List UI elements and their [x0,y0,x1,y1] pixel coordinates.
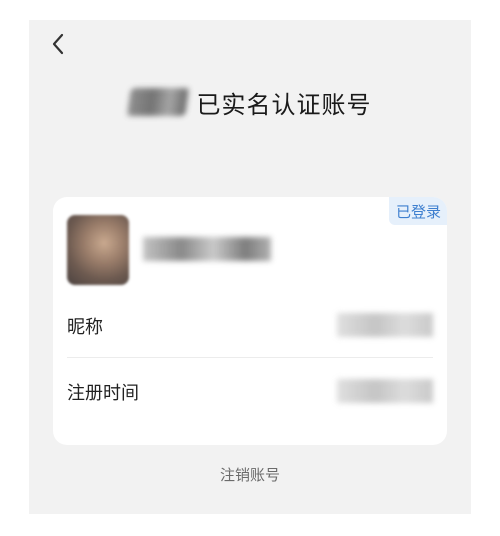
cancel-account-button[interactable]: 注销账号 [29,464,471,485]
account-page: 已实名认证账号 已登录 昵称 注册时间 注销账号 [29,20,471,514]
page-title: 已实名认证账号 [196,90,372,119]
redacted-registration-time-value [337,379,433,403]
page-header: 已实名认证账号 [29,82,471,122]
redacted-nickname-value [337,313,433,337]
nickname-label: 昵称 [67,317,103,338]
status-badge: 已登录 [388,197,447,225]
account-card: 已登录 昵称 注册时间 [53,197,447,445]
avatar [67,215,129,285]
registration-time-label: 注册时间 [67,383,139,404]
redacted-name [126,88,189,116]
registration-time-row: 注册时间 [67,359,433,423]
chevron-left-icon [52,33,64,55]
back-button[interactable] [45,30,73,58]
nickname-row: 昵称 [67,293,433,358]
redacted-username [143,237,271,261]
